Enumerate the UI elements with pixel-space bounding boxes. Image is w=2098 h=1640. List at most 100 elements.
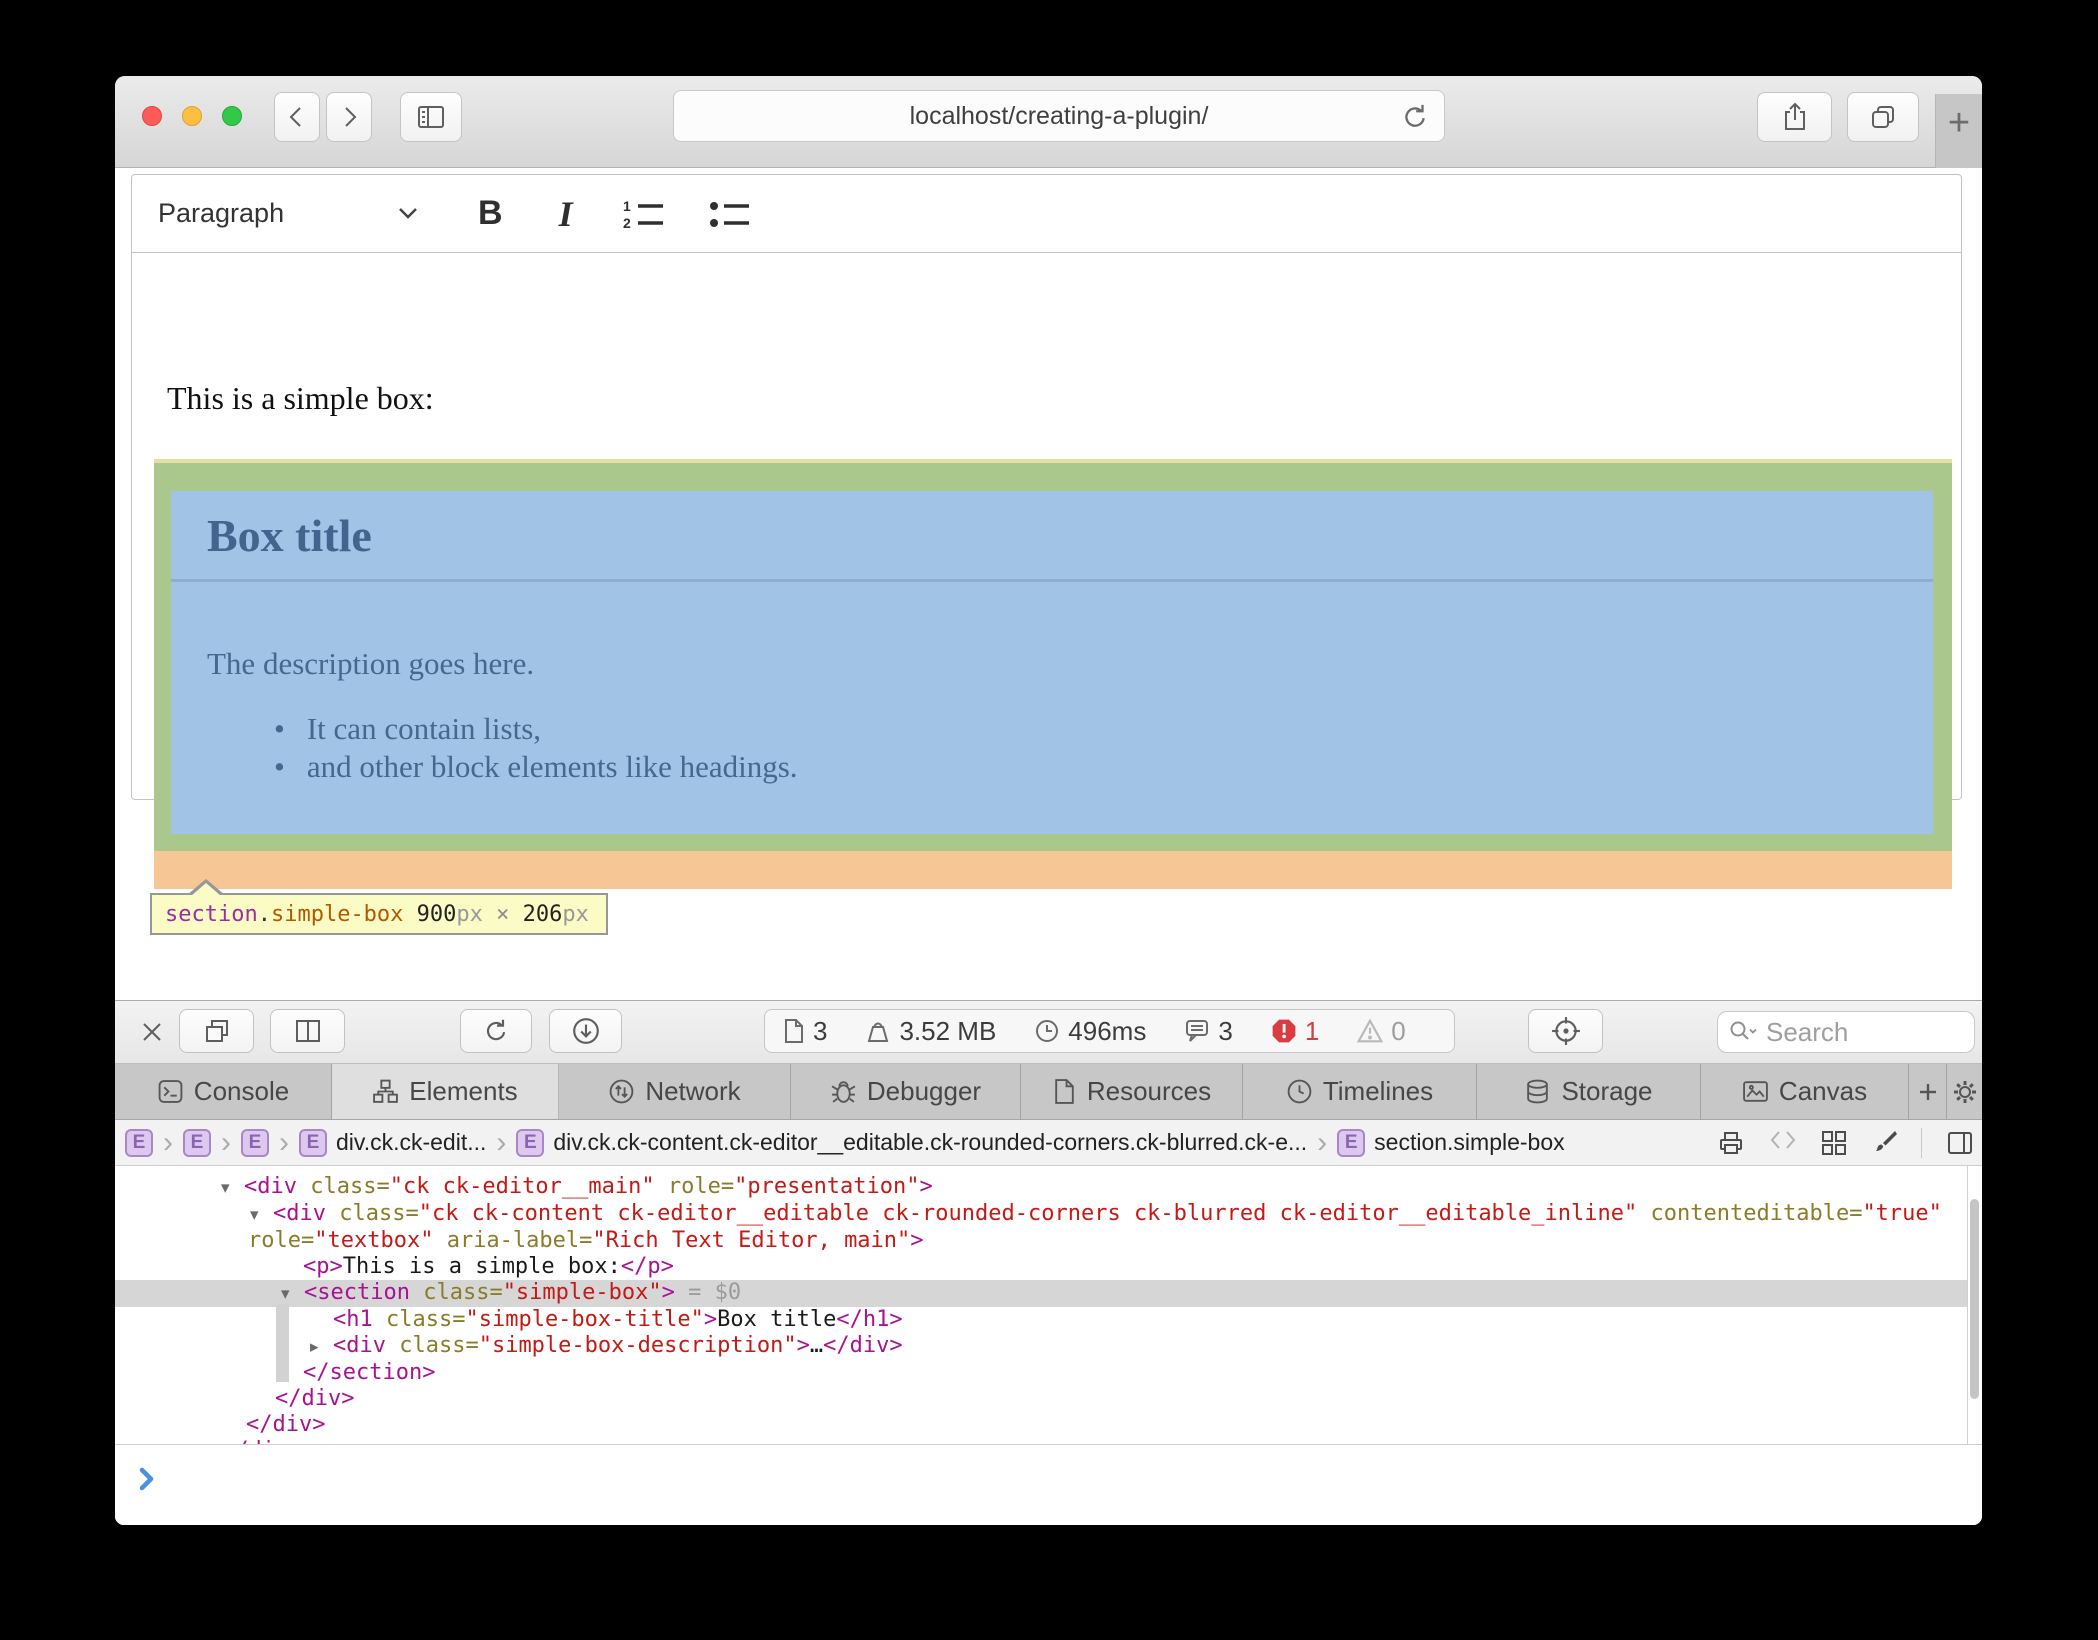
dom-tree-row[interactable]: ▸<div class="simple-box-description">…</… [115, 1333, 1967, 1360]
list-item[interactable]: It can contain lists, [274, 710, 1933, 748]
tab-canvas[interactable]: Canvas [1701, 1064, 1909, 1119]
new-tab-button[interactable]: + [1935, 94, 1982, 168]
tab-network[interactable]: Network [559, 1064, 791, 1119]
syntax-token-tag: <h1 [333, 1307, 373, 1332]
breadcrumb-separator: › [1317, 1126, 1327, 1160]
grid-overlay-icon[interactable] [1821, 1130, 1847, 1156]
reload-page-button[interactable] [460, 1009, 532, 1053]
syntax-token-val: "simple-box-description" [479, 1333, 797, 1358]
sidebar-icon [416, 104, 446, 130]
warning-count[interactable]: 0 [1357, 1016, 1405, 1047]
tab-storage[interactable]: Storage [1477, 1064, 1701, 1119]
console-log-count[interactable]: 3 [1184, 1016, 1232, 1047]
disclosure-right-icon[interactable]: ▸ [310, 1334, 333, 1360]
list-item[interactable]: and other block elements like headings. [274, 748, 1933, 786]
tab-console[interactable]: Console [115, 1064, 332, 1119]
detach-inspector-button[interactable] [179, 1009, 254, 1053]
element-badge: E [516, 1129, 544, 1157]
syntax-token-tag: </section> [303, 1360, 435, 1385]
tab-overview-button[interactable] [1847, 92, 1919, 142]
back-button[interactable] [274, 92, 320, 142]
dom-tree-row[interactable]: <p>This is a simple box:</p> [115, 1254, 1967, 1280]
tab-elements[interactable]: Elements [332, 1064, 559, 1119]
disclosure-down-icon[interactable]: ▾ [221, 1175, 244, 1201]
details-sidebar-toggle-icon[interactable] [1946, 1130, 1974, 1156]
download-webarchive-button[interactable] [549, 1009, 622, 1053]
svg-text:2: 2 [623, 215, 631, 231]
syntax-token-dim: = $0 [675, 1280, 741, 1305]
numbered-list-button[interactable]: 1 2 [621, 196, 667, 232]
safari-window: localhost/creating-a-plugin/ + [115, 76, 1982, 1525]
web-inspector: 3 3.52 MB 496ms [115, 1000, 1982, 1525]
document-count[interactable]: 3 [783, 1016, 827, 1047]
address-bar[interactable]: localhost/creating-a-plugin/ [673, 90, 1445, 142]
disclosure-down-icon[interactable]: ▾ [250, 1202, 273, 1228]
url-text: localhost/creating-a-plugin/ [910, 102, 1209, 131]
box-description-text[interactable]: The description goes here. [171, 582, 1933, 682]
inspector-toolbar: 3 3.52 MB 496ms [115, 1000, 1982, 1064]
breadcrumb-item-selected[interactable]: E section.simple-box [1337, 1129, 1564, 1157]
dom-tree-row[interactable]: ▾<div class="ck ck-editor__main" role="p… [115, 1174, 1967, 1201]
share-icon [1781, 102, 1809, 132]
tab-timelines[interactable]: Timelines [1243, 1064, 1477, 1119]
italic-button[interactable]: I [559, 193, 573, 235]
show-source-icon[interactable] [1769, 1127, 1797, 1153]
breadcrumb-separator: › [279, 1126, 289, 1160]
breadcrumb-item[interactable]: E [125, 1129, 153, 1157]
dom-tree-row[interactable]: ▾<div class="ck ck-content ck-editor__ed… [115, 1201, 1967, 1228]
minimize-window-button[interactable] [182, 106, 202, 126]
syntax-token-val: "Rich Text Editor, main" [592, 1228, 910, 1253]
breadcrumb-toolbar [1717, 1120, 1982, 1165]
syntax-token-tag: </p> [621, 1254, 674, 1279]
element-badge: E [299, 1129, 327, 1157]
tab-resources[interactable]: Resources [1021, 1064, 1243, 1119]
toolbar-divider [1921, 1128, 1922, 1158]
element-badge: E [125, 1129, 153, 1157]
inspector-search-field[interactable] [1717, 1011, 1975, 1053]
paintbrush-icon[interactable] [1871, 1130, 1897, 1156]
bulleted-list-button[interactable] [707, 196, 753, 232]
search-input[interactable] [1766, 1017, 1946, 1048]
transfer-size[interactable]: 3.52 MB [865, 1016, 996, 1047]
tab-debugger[interactable]: Debugger [791, 1064, 1021, 1119]
syntax-token-attr: aria-label= [433, 1228, 592, 1253]
dom-tree-row-selected[interactable]: ▾<section class="simple-box"> = $0 [115, 1280, 1967, 1307]
editor-paragraph[interactable]: This is a simple box: [167, 380, 434, 417]
paragraph-dropdown[interactable]: Paragraph [158, 198, 418, 229]
zoom-window-button[interactable] [222, 106, 242, 126]
error-count[interactable]: 1 [1271, 1016, 1319, 1047]
reload-icon[interactable] [1400, 102, 1430, 132]
load-time[interactable]: 496ms [1034, 1016, 1146, 1047]
dom-tree-row[interactable]: </section> [115, 1360, 1967, 1386]
padding-highlight: Box title The description goes here. It … [154, 463, 1952, 851]
speech-bubble-icon [1184, 1018, 1210, 1044]
dom-tree-row[interactable]: </div> [115, 1412, 1967, 1438]
dom-tree-row[interactable]: </div> [115, 1386, 1967, 1412]
syntax-token-attr: class= [410, 1280, 503, 1305]
syntax-token-tag: > [797, 1333, 810, 1358]
print-styles-icon[interactable] [1717, 1129, 1745, 1157]
breadcrumb-item[interactable]: E [241, 1129, 269, 1157]
add-tab-button[interactable] [1909, 1064, 1947, 1119]
sidebar-toggle-button[interactable] [400, 92, 462, 142]
dom-tree-row[interactable]: role="textbox" aria-label="Rich Text Edi… [115, 1228, 1967, 1254]
bold-button[interactable]: B [478, 194, 503, 233]
breadcrumb-item[interactable]: E div.ck.ck-edit... [299, 1129, 486, 1157]
dom-tree-row[interactable]: <h1 class="simple-box-title">Box title</… [115, 1307, 1967, 1333]
close-inspector-button[interactable] [137, 1017, 167, 1047]
element-badge: E [241, 1129, 269, 1157]
console-prompt-icon [139, 1467, 157, 1491]
share-button[interactable] [1757, 92, 1832, 142]
close-icon [140, 1020, 164, 1044]
syntax-token-val: "simple-box" [503, 1280, 662, 1305]
scrollbar-thumb[interactable] [1970, 1199, 1979, 1399]
breadcrumb-item[interactable]: E [183, 1129, 211, 1157]
split-view-button[interactable] [270, 1009, 345, 1053]
inspector-settings-button[interactable] [1947, 1064, 1982, 1119]
close-window-button[interactable] [142, 106, 162, 126]
breadcrumb-item[interactable]: E div.ck.ck-content.ck-editor__editable.… [516, 1129, 1307, 1157]
box-title-text[interactable]: Box title [171, 491, 1933, 562]
quick-console-prompt[interactable] [115, 1444, 1982, 1525]
element-picker-button[interactable] [1528, 1009, 1603, 1053]
forward-button[interactable] [326, 92, 372, 142]
